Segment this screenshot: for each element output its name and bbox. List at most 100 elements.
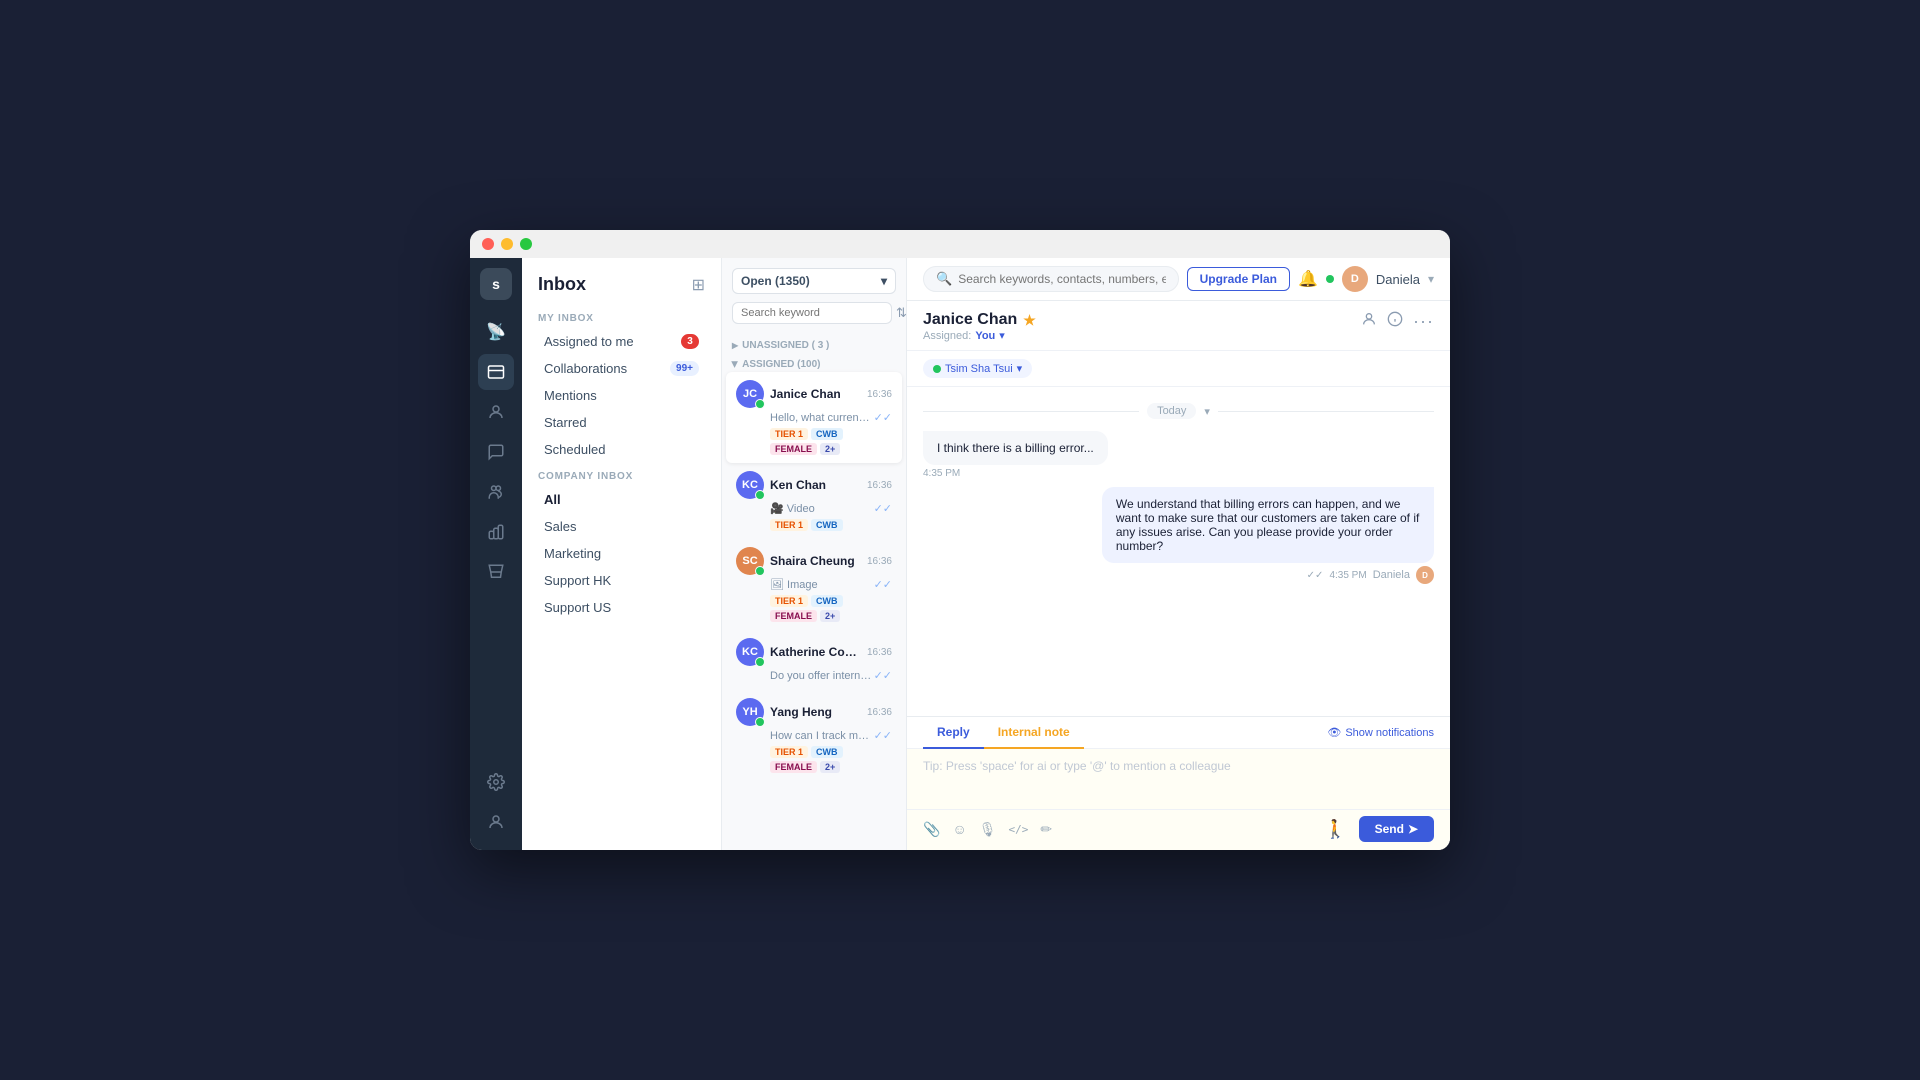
rail-chat-icon[interactable]: [478, 434, 514, 470]
upgrade-plan-button[interactable]: Upgrade Plan: [1187, 267, 1290, 291]
sidebar-title: Inbox: [538, 274, 586, 295]
sidebar-item-mentions[interactable]: Mentions: [528, 382, 715, 409]
channel-tag[interactable]: Tsim Sha Tsui ▾: [923, 359, 1032, 378]
sidebar-item-scheduled[interactable]: Scheduled: [528, 436, 715, 463]
tab-internal-note[interactable]: Internal note: [984, 717, 1084, 749]
more-options-icon[interactable]: ···: [1413, 311, 1434, 332]
conv-item-ken[interactable]: KC Ken Chan 16:36 🎥 Video ✓✓ TIER 1 CWB: [726, 463, 902, 539]
msg-bubble-1: I think there is a billing error...: [923, 431, 1108, 465]
contact-name-heading: Janice Chan ★: [923, 311, 1361, 329]
rail-store-icon[interactable]: [478, 554, 514, 590]
rail-profile-icon[interactable]: [478, 804, 514, 840]
rail-team-icon[interactable]: [478, 474, 514, 510]
channel-label-bar: Tsim Sha Tsui ▾: [907, 351, 1450, 387]
compose-area: Reply Internal note 👁 Show notifications…: [907, 716, 1450, 850]
avatar-shaira: SC: [736, 547, 764, 575]
chevron-down-icon: ▾: [881, 274, 887, 288]
user-menu-chevron[interactable]: ▾: [1428, 272, 1434, 286]
group-unassigned[interactable]: ▶ UNASSIGNED ( 3 ): [722, 334, 906, 353]
conv-search-input[interactable]: [732, 302, 892, 324]
assigned-chevron[interactable]: ▾: [999, 329, 1005, 342]
chat-header-actions: ···: [1361, 311, 1434, 332]
maximize-button[interactable]: [520, 238, 532, 250]
compose-placeholder: Tip: Press 'space' for ai or type '@' to…: [923, 759, 1434, 773]
icon-rail: s 📡: [470, 258, 522, 850]
user-avatar: D: [1342, 266, 1368, 292]
message-incoming-1: I think there is a billing error... 4:35…: [923, 431, 1108, 479]
conv-tree: ▶ UNASSIGNED ( 3 ) ▶ ASSIGNED (100) JC J…: [722, 330, 906, 850]
msg-bubble-2: We understand that billing errors can ha…: [1102, 487, 1434, 563]
app-body: s 📡: [470, 258, 1450, 850]
sidebar-item-marketing[interactable]: Marketing: [528, 540, 715, 567]
rail-inbox-icon[interactable]: [478, 354, 514, 390]
channel-chevron[interactable]: ▾: [1017, 362, 1023, 375]
online-badge-katherine: [755, 657, 765, 667]
chat-contact-info: Janice Chan ★ Assigned: You ▾: [923, 311, 1361, 342]
sidebar-item-support-us[interactable]: Support US: [528, 594, 715, 621]
avatar-ken: KC: [736, 471, 764, 499]
search-input[interactable]: [958, 272, 1165, 286]
conv-search-bar: ⇅ ⚡: [732, 302, 896, 324]
notification-bell-icon[interactable]: 🔔: [1298, 269, 1318, 289]
check-icon-yang: ✓✓: [874, 729, 892, 742]
conv-item-janice[interactable]: JC Janice Chan 16:36 Hello, what currenc…: [726, 372, 902, 463]
tags-yang: TIER 1 CWB FEMALE 2+: [736, 746, 892, 773]
sidebar-item-support-hk[interactable]: Support HK: [528, 567, 715, 594]
compose-input-area[interactable]: Tip: Press 'space' for ai or type '@' to…: [907, 749, 1450, 809]
online-badge-ken: [755, 490, 765, 500]
sidebar-header: Inbox ⊞: [522, 258, 721, 305]
app-window: s 📡: [470, 230, 1450, 850]
send-button[interactable]: Send ➤: [1359, 816, 1434, 842]
emoji-icon[interactable]: ☺: [952, 821, 966, 837]
rail-settings-icon[interactable]: [478, 764, 514, 800]
show-notifications-btn[interactable]: 👁 Show notifications: [1327, 726, 1434, 739]
rail-reports-icon[interactable]: [478, 514, 514, 550]
attachment-icon[interactable]: 📎: [923, 821, 940, 838]
conv-item-katherine[interactable]: KC Katherine Concepcion 16:36 Do you off…: [726, 630, 902, 690]
sidebar-item-collaborations[interactable]: Collaborations 99+: [528, 355, 715, 382]
mic-icon[interactable]: 🎙: [979, 821, 997, 838]
message-outgoing-1: We understand that billing errors can ha…: [1102, 487, 1434, 584]
company-inbox-label: COMPANY INBOX: [522, 463, 721, 486]
check-icon-katherine: ✓✓: [874, 669, 892, 682]
tags-ken: TIER 1 CWB: [736, 519, 892, 531]
rail-contacts-icon[interactable]: [478, 394, 514, 430]
cursor-hand-icon: 🚶: [1324, 819, 1346, 840]
app-logo[interactable]: s: [480, 268, 512, 300]
messages-area[interactable]: Today ▾ I think there is a billing error…: [907, 387, 1450, 716]
sidebar-item-sales[interactable]: Sales: [528, 513, 715, 540]
sidebar: Inbox ⊞ MY INBOX Assigned to me 3 Collab…: [522, 258, 722, 850]
contact-details-icon[interactable]: [1361, 311, 1377, 332]
status-filter[interactable]: Open (1350) ▾: [732, 268, 896, 294]
rail-broadcast-icon[interactable]: 📡: [478, 314, 514, 350]
sidebar-item-all[interactable]: All: [528, 486, 715, 513]
conversation-list: Open (1350) ▾ ⇅ ⚡ ▶ UNASSIGNED ( 3 ): [722, 258, 907, 850]
date-chip[interactable]: Today: [1147, 403, 1196, 419]
code-icon[interactable]: </>: [1009, 823, 1029, 836]
group-assigned[interactable]: ▶ ASSIGNED (100): [722, 353, 906, 372]
chat-assigned-info: Assigned: You ▾: [923, 329, 1361, 342]
search-icon: 🔍: [936, 271, 952, 287]
avatar-katherine: KC: [736, 638, 764, 666]
user-online-dot: [1326, 275, 1334, 283]
pen-icon[interactable]: ✏: [1040, 821, 1052, 838]
sidebar-compose-icon[interactable]: ⊞: [692, 275, 705, 295]
tab-reply[interactable]: Reply: [923, 717, 984, 749]
avatar-janice: JC: [736, 380, 764, 408]
sidebar-item-starred[interactable]: Starred: [528, 409, 715, 436]
chat-contact-header: Janice Chan ★ Assigned: You ▾: [907, 301, 1450, 351]
conv-item-yang[interactable]: YH Yang Heng 16:36 How can I track my or…: [726, 690, 902, 781]
msg-meta-1: ✓✓ 4:35 PM Daniela D: [1102, 566, 1434, 584]
star-icon[interactable]: ★: [1023, 312, 1036, 329]
channel-online-dot: [933, 365, 941, 373]
date-divider: Today ▾: [923, 403, 1434, 419]
sidebar-item-assigned[interactable]: Assigned to me 3: [528, 328, 715, 355]
close-button[interactable]: [482, 238, 494, 250]
info-icon[interactable]: [1387, 311, 1403, 332]
check-icon-janice: ✓✓: [874, 411, 892, 424]
date-chevron[interactable]: ▾: [1204, 405, 1210, 418]
minimize-button[interactable]: [501, 238, 513, 250]
sort-icon[interactable]: ⇅: [896, 305, 907, 321]
conv-item-shaira[interactable]: SC Shaira Cheung 16:36 🖼 Image ✓✓ TIER 1…: [726, 539, 902, 630]
tags-shaira: TIER 1 CWB FEMALE 2+: [736, 595, 892, 622]
